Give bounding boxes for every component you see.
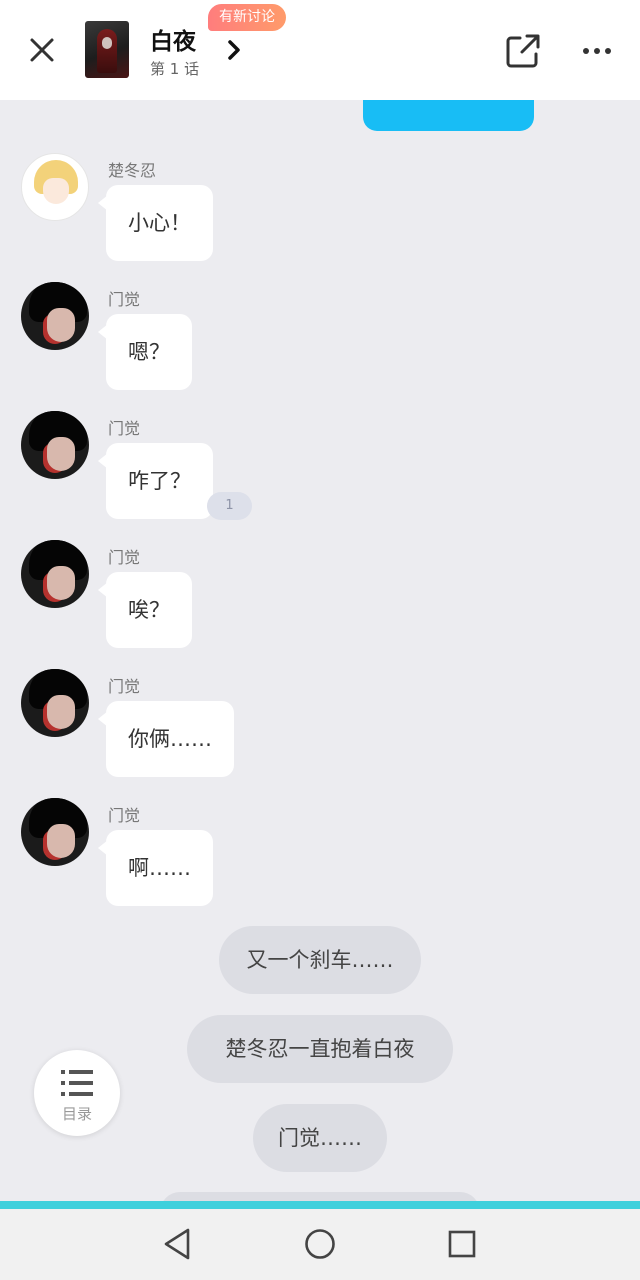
nav-back-icon bbox=[164, 1228, 190, 1260]
sender-name: 门觉 bbox=[108, 419, 141, 438]
nav-back-button[interactable] bbox=[160, 1225, 196, 1263]
system-nav-bar bbox=[0, 1209, 640, 1280]
blond-boy-avatar[interactable] bbox=[21, 153, 89, 221]
nav-home-button[interactable] bbox=[302, 1226, 338, 1262]
episode-label[interactable]: 第 1 话 bbox=[150, 58, 199, 79]
sender-name: 楚冬忍 bbox=[108, 161, 157, 180]
dark-hair-avatar[interactable] bbox=[21, 798, 89, 866]
top-bar: 白夜 第 1 话 有新讨论 bbox=[0, 0, 640, 100]
dark-hair-avatar[interactable] bbox=[21, 540, 89, 608]
more-options-button[interactable] bbox=[576, 30, 618, 72]
dark-hair-avatar[interactable] bbox=[21, 282, 89, 350]
chevron-right-icon bbox=[228, 40, 240, 60]
narration-pill[interactable]: 又一个刹车…… bbox=[219, 926, 421, 994]
episode-detail-button[interactable] bbox=[222, 36, 246, 64]
message-bubble[interactable]: 小心！ bbox=[98, 185, 213, 261]
dark-hair-avatar[interactable] bbox=[21, 669, 89, 737]
share-button[interactable] bbox=[502, 30, 544, 72]
share-icon bbox=[506, 34, 540, 68]
sender-name: 门觉 bbox=[108, 548, 141, 567]
close-button[interactable] bbox=[22, 30, 62, 70]
sender-name: 门觉 bbox=[108, 806, 141, 825]
message-bubble[interactable]: 嗯？ bbox=[98, 314, 192, 390]
narration-pill[interactable]: 楚冬忍一直抱着白夜 bbox=[187, 1015, 453, 1083]
message-bubble[interactable]: 咋了？ bbox=[98, 443, 213, 519]
sender-name: 门觉 bbox=[108, 290, 141, 309]
message-bubble[interactable]: 唉？ bbox=[98, 572, 192, 648]
reading-progress-bar bbox=[0, 1201, 640, 1209]
catalog-label: 目录 bbox=[61, 1105, 92, 1123]
nav-recent-icon bbox=[448, 1230, 476, 1258]
new-discussion-badge[interactable]: 有新讨论 bbox=[208, 4, 286, 31]
message-bubble[interactable]: 啊…… bbox=[98, 830, 213, 906]
dark-hair-avatar[interactable] bbox=[21, 411, 89, 479]
list-icon bbox=[61, 1070, 93, 1096]
comment-count-badge[interactable]: 1 bbox=[207, 492, 252, 520]
comic-cover-thumbnail[interactable] bbox=[85, 21, 129, 78]
comic-title[interactable]: 白夜 bbox=[150, 22, 196, 56]
more-icon bbox=[583, 48, 611, 54]
nav-home-icon bbox=[305, 1229, 335, 1259]
nav-recent-button[interactable] bbox=[444, 1226, 480, 1262]
narration-pill[interactable]: 门觉…… bbox=[253, 1104, 387, 1172]
sender-name: 门觉 bbox=[108, 677, 141, 696]
message-bubble[interactable]: 你俩…… bbox=[98, 701, 234, 777]
catalog-button[interactable]: 目录 bbox=[34, 1050, 120, 1136]
close-icon bbox=[30, 38, 54, 62]
